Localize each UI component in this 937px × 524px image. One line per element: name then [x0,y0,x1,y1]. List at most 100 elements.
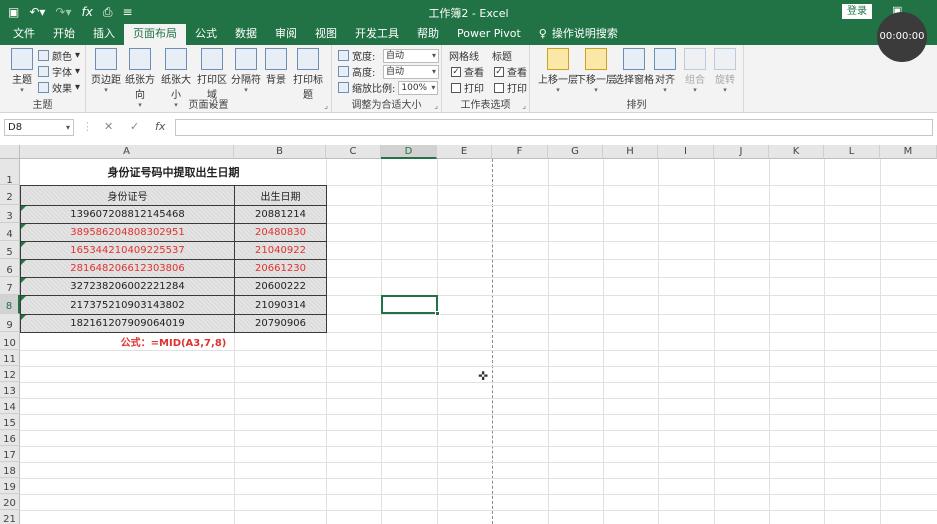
id-cell[interactable]: 139607208812145468 [20,205,235,224]
date-cell[interactable]: 20661230 [234,259,327,278]
sheet-title-cell[interactable]: 身份证号码中提取出生日期 [21,159,326,185]
row-header-17[interactable]: 17 [0,446,20,462]
tab-page-layout[interactable]: 页面布局 [124,24,186,45]
row-header-13[interactable]: 13 [0,382,20,398]
column-header-m[interactable]: M [880,145,937,159]
row-header-21[interactable]: 21 [0,510,20,524]
insert-function-icon[interactable]: fx [155,120,165,133]
row-header-18[interactable]: 18 [0,462,20,478]
date-cell[interactable]: 20790906 [234,314,327,333]
column-header-i[interactable]: I [658,145,714,159]
header-id-cell[interactable]: 身份证号 [20,185,235,206]
date-cell[interactable]: 20600222 [234,277,327,296]
select-all-corner[interactable] [0,145,20,159]
scale-launcher-icon[interactable]: ⌟ [434,101,438,110]
id-cell[interactable]: 217375210903143802 [20,295,235,315]
gridlines-print-checkbox[interactable] [451,82,461,93]
formula-input[interactable] [175,119,933,136]
column-header-f[interactable]: F [492,145,548,159]
row-header-5[interactable]: 5 [0,241,20,259]
page-setup-launcher-icon[interactable]: ⌟ [324,101,328,110]
id-cell[interactable]: 165344210409225537 [20,241,235,260]
column-header-c[interactable]: C [326,145,381,159]
row-header-1[interactable]: 1 [0,159,20,186]
fonts-button[interactable]: 字体 ▾ [38,64,80,79]
column-header-h[interactable]: H [603,145,658,159]
lightbulb-icon: ♀ [538,27,547,40]
row-header-14[interactable]: 14 [0,398,20,414]
row-header-19[interactable]: 19 [0,478,20,494]
row-header-2[interactable]: 2 [0,185,20,205]
headings-print-checkbox[interactable] [494,82,504,93]
column-header-l[interactable]: L [824,145,880,159]
tab-power-pivot[interactable]: Power Pivot [448,24,530,45]
scale-spinner[interactable]: 100% [398,80,439,95]
bring-forward-button[interactable]: 上移一层 ▾ [538,48,578,94]
themes-button[interactable]: 主题 ▾ [4,48,40,94]
id-cell[interactable]: 327238206002221284 [20,277,235,296]
name-box[interactable]: D8 [4,119,74,136]
date-cell[interactable]: 21040922 [234,241,327,260]
row-header-20[interactable]: 20 [0,494,20,510]
row-header-10[interactable]: 10 [0,332,20,350]
enter-icon[interactable]: ✓ [130,120,139,133]
row-header-15[interactable]: 15 [0,414,20,430]
print-titles-button[interactable]: 打印标题 [290,48,326,101]
row-header-9[interactable]: 9 [0,314,20,332]
cancel-icon[interactable]: ✕ [104,120,113,133]
column-header-g[interactable]: G [548,145,603,159]
send-backward-button[interactable]: 下移一层 ▾ [576,48,616,94]
formula-note-cell[interactable]: 公式：=MID(A3,7,8) [21,333,326,350]
background-button[interactable]: 背景 [258,48,294,86]
height-select[interactable]: 自动 [383,64,439,79]
header-date-cell[interactable]: 出生日期 [234,185,327,206]
date-cell[interactable]: 20881214 [234,205,327,224]
column-header-b[interactable]: B [234,145,326,159]
margins-button[interactable]: 页边距 ▾ [88,48,124,94]
colors-button[interactable]: 颜色 ▾ [38,48,80,63]
column-header-j[interactable]: J [714,145,769,159]
gridlines-view-checkbox[interactable]: ✓ [451,66,461,77]
column-header-a[interactable]: A [20,145,234,159]
tab-view[interactable]: 视图 [306,24,346,45]
id-cell[interactable]: 281648206612303806 [20,259,235,278]
tab-file[interactable]: 文件 [4,24,44,45]
row-header-3[interactable]: 3 [0,205,20,223]
tab-data[interactable]: 数据 [226,24,266,45]
tab-help[interactable]: 帮助 [408,24,448,45]
group-objects-button[interactable]: 组合 ▾ [680,48,710,94]
tell-me-search[interactable]: ♀ 操作说明搜索 [530,24,627,45]
row-header-6[interactable]: 6 [0,259,20,277]
row-header-11[interactable]: 11 [0,350,20,366]
tab-developer[interactable]: 开发工具 [346,24,408,45]
headings-heading: 标题 [492,52,512,63]
column-header-d[interactable]: D [381,145,437,159]
tab-review[interactable]: 审阅 [266,24,306,45]
id-cell[interactable]: 182161207909064019 [20,314,235,333]
column-header-k[interactable]: K [769,145,824,159]
headings-view-checkbox[interactable]: ✓ [494,66,504,77]
selection-pane-button[interactable]: 选择窗格 [614,48,654,86]
date-cell[interactable]: 20480830 [234,223,327,242]
selected-cell-d8[interactable] [381,295,440,316]
row-header-12[interactable]: 12 [0,366,20,382]
row-header-8[interactable]: 8 [0,295,20,314]
column-header-e[interactable]: E [437,145,492,159]
rotate-button[interactable]: 旋转 ▾ [710,48,740,94]
row-header-4[interactable]: 4 [0,223,20,241]
login-button[interactable]: 登录 [842,4,872,19]
row-header-7[interactable]: 7 [0,277,20,295]
sheet-options-launcher-icon[interactable]: ⌟ [522,101,526,110]
id-cell[interactable]: 389586204808302951 [20,223,235,242]
worksheet-grid[interactable]: A B C D E F G H I J K L M 1 2 3 4 5 6 7 … [0,145,937,524]
width-select[interactable]: 自动 [383,48,439,63]
align-button[interactable]: 对齐 ▾ [650,48,680,94]
gridline [20,430,937,431]
effects-button[interactable]: 效果 ▾ [38,80,80,95]
tab-home[interactable]: 开始 [44,24,84,45]
tab-insert[interactable]: 插入 [84,24,124,45]
row-header-16[interactable]: 16 [0,430,20,446]
date-cell[interactable]: 21090314 [234,295,327,315]
fill-handle[interactable] [435,311,440,316]
tab-formulas[interactable]: 公式 [186,24,226,45]
